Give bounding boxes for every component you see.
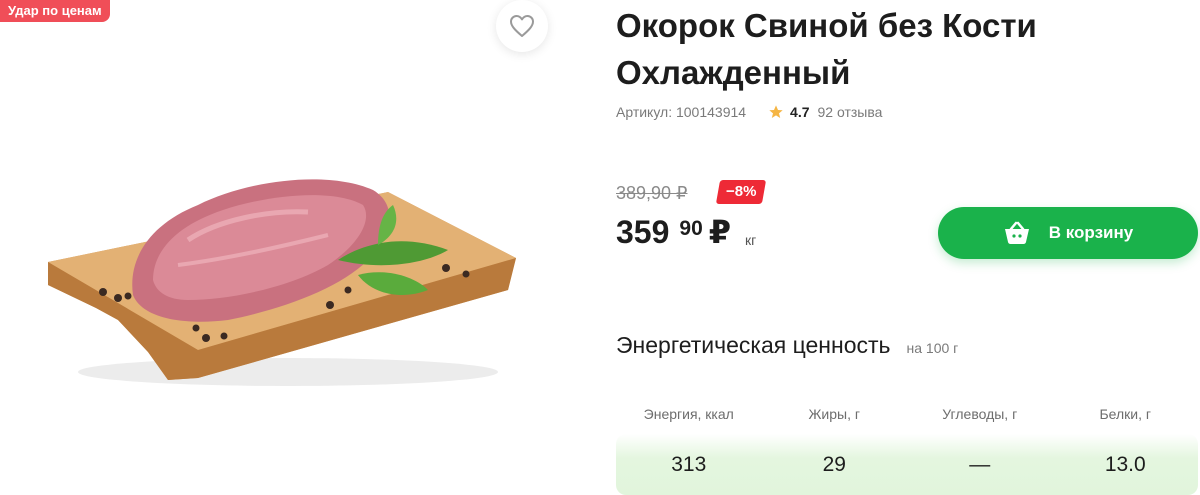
energy-title: Энергетическая ценность [616, 332, 891, 358]
nutrition-values-row: 313 29 — 13.0 [616, 434, 1198, 495]
discount-badge: −8% [715, 180, 767, 204]
nutrition-header-protein: Белки, г [1099, 406, 1151, 422]
rating-value: 4.7 [790, 104, 810, 120]
price-currency: ₽ [708, 214, 732, 250]
price-rubles: 359 [616, 214, 670, 250]
sku-label: Артикул: 100143914 [616, 104, 747, 120]
energy-section-title: Энергетическая ценность на 100 г [616, 332, 958, 359]
nutrition-header-carbs: Углеводы, г [942, 406, 1018, 422]
discount-value: −8% [726, 183, 757, 200]
energy-per: на 100 г [906, 340, 959, 356]
cart-button-label: В корзину [1048, 223, 1134, 242]
nutrition-value-energy: 313 [671, 452, 707, 476]
product-title: Окорок Свиной без Кости Охлажденный [616, 7, 1037, 91]
promo-badge: Удар по ценам [0, 0, 110, 22]
favorite-button[interactable] [496, 0, 548, 52]
nutrition-header-row: Энергия, ккал Жиры, г Углеводы, г Белки,… [616, 394, 1198, 434]
price-kopecks: 90 [679, 217, 703, 240]
basket-icon [1003, 221, 1031, 245]
nutrition-table: Энергия, ккал Жиры, г Углеводы, г Белки,… [616, 394, 1198, 495]
current-price: 359 90 ₽ кг [616, 212, 756, 252]
nutrition-value-fat: 29 [822, 452, 846, 476]
product-meta: Артикул: 100143914 4.7 92 отзыва [616, 104, 882, 120]
star-icon [768, 104, 784, 120]
price-unit: кг [745, 232, 757, 248]
nutrition-header-fat: Жиры, г [808, 406, 860, 422]
old-price: 389,90 ₽ [616, 183, 688, 203]
nutrition-value-carbs: — [969, 452, 991, 476]
nutrition-header-energy: Энергия, ккал [643, 406, 734, 422]
reviews-link[interactable]: 92 отзыва [818, 104, 883, 120]
add-to-cart-button[interactable]: В корзину [938, 207, 1198, 259]
product-image [48, 179, 516, 386]
nutrition-value-protein: 13.0 [1104, 452, 1146, 476]
heart-icon [510, 15, 534, 37]
